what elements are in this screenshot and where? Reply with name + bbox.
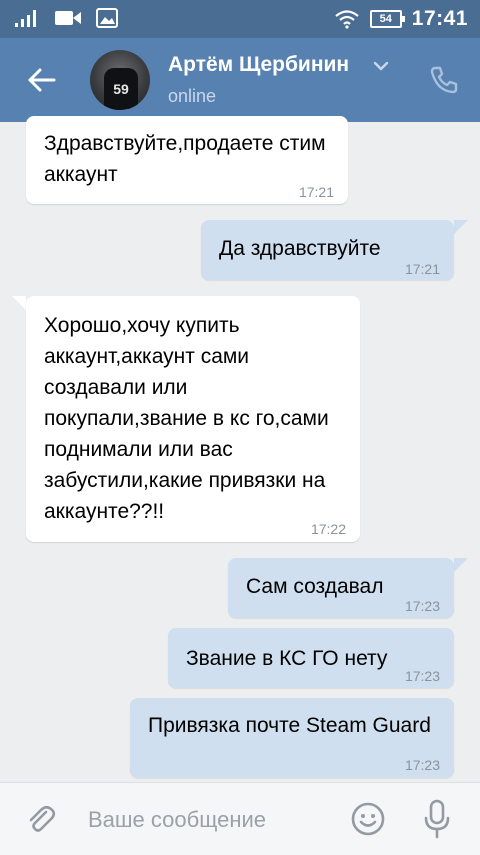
back-arrow-icon[interactable] [24, 62, 60, 98]
message-time: 17:23 [404, 668, 440, 684]
message-time: 17:22 [310, 521, 346, 537]
message-time: 17:23 [404, 598, 440, 614]
status-bar-left [14, 8, 118, 28]
status-time: 17:41 [411, 7, 468, 30]
message-bubble-outgoing[interactable]: Привязка почте Steam Guard 17:23 [130, 698, 454, 778]
contact-name[interactable]: Артём Щербинин [168, 53, 349, 77]
video-icon [55, 11, 81, 25]
phone-icon[interactable] [428, 64, 460, 96]
microphone-icon[interactable] [422, 799, 452, 839]
battery-icon: 54 [369, 10, 405, 28]
wifi-icon [335, 10, 359, 29]
bubble-tail [12, 296, 26, 310]
message-bubble-outgoing[interactable]: Да здравствуйте 17:21 [201, 220, 454, 280]
chevron-down-icon[interactable] [372, 60, 390, 72]
avatar-jersey: 59 [104, 68, 138, 110]
contact-status: online [168, 86, 217, 106]
message-input[interactable] [86, 801, 340, 839]
message-bubble-outgoing[interactable]: Звание в КС ГО нету 17:23 [168, 628, 454, 688]
message-bubble-incoming[interactable]: Хорошо,хочу купить аккаунт,аккаунт сами … [26, 296, 360, 542]
message-composer [0, 782, 480, 855]
message-text: Звание в КС ГО нету [186, 647, 388, 670]
message-bubble-outgoing[interactable]: Сам создавал 17:23 [228, 558, 454, 618]
emoji-icon[interactable] [350, 801, 386, 837]
image-icon [96, 8, 118, 28]
message-text: Привязка почте Steam Guard [148, 714, 431, 737]
battery-level: 54 [379, 13, 392, 25]
message-text: Хорошо,хочу купить аккаунт,аккаунт сами … [44, 314, 329, 523]
status-bar-right: 54 17:41 [334, 7, 468, 31]
bubble-tail [454, 558, 468, 572]
message-bubble-incoming[interactable]: Здравствуйте,продаете стим аккаунт 17:21 [26, 116, 348, 204]
message-time: 17:23 [404, 757, 440, 773]
status-bar: 54 17:41 [0, 0, 480, 38]
signal-icon [15, 10, 36, 27]
paperclip-icon[interactable] [24, 803, 58, 837]
chat-header: 59 Артём Щербинин online [0, 38, 480, 122]
bubble-tail [454, 220, 468, 234]
message-time: 17:21 [404, 261, 440, 277]
message-text: Здравствуйте,продаете стим аккаунт [44, 132, 326, 186]
message-time: 17:21 [298, 184, 334, 200]
avatar[interactable]: 59 [90, 50, 150, 110]
